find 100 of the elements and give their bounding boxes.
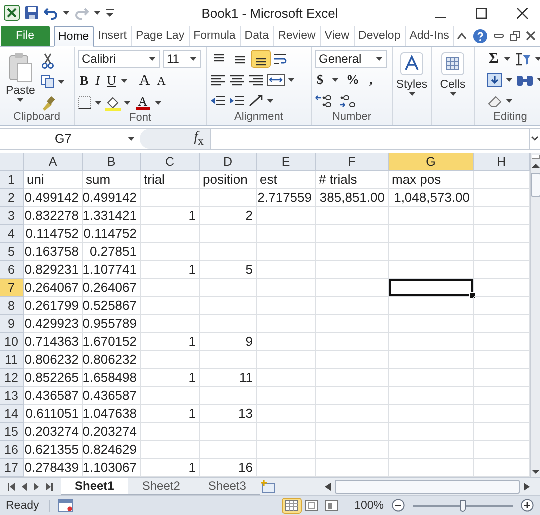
table-cell[interactable] (200, 423, 257, 441)
table-cell[interactable] (257, 369, 316, 387)
caret-icon[interactable] (95, 100, 102, 106)
bold-button[interactable]: B (78, 72, 91, 90)
scroll-left-icon[interactable] (325, 482, 331, 490)
table-cell[interactable]: 9 (200, 333, 257, 351)
table-cell[interactable]: 0.114752 (83, 225, 141, 243)
table-cell[interactable] (316, 315, 389, 333)
table-cell[interactable] (257, 405, 316, 423)
table-cell[interactable] (141, 441, 200, 459)
table-cell[interactable]: 0.264067 (83, 279, 141, 297)
table-cell[interactable]: 1 (141, 261, 200, 279)
row-header[interactable]: 2 (0, 189, 24, 207)
table-cell[interactable] (257, 297, 316, 315)
table-cell[interactable] (141, 315, 200, 333)
excel-logo-icon[interactable] (4, 5, 20, 21)
table-cell[interactable]: 1.047638 (83, 405, 141, 423)
table-cell[interactable] (389, 387, 474, 405)
table-cell[interactable] (389, 315, 474, 333)
table-cell[interactable] (389, 423, 474, 441)
orientation-icon[interactable] (248, 94, 264, 108)
table-cell[interactable]: 0.264067 (24, 279, 83, 297)
page-break-view-button[interactable] (322, 498, 341, 512)
minimize-workbook-icon[interactable] (494, 31, 504, 41)
table-cell[interactable]: max pos (389, 171, 474, 189)
table-cell[interactable] (141, 423, 200, 441)
row-header[interactable]: 4 (0, 225, 24, 243)
table-cell[interactable] (389, 369, 474, 387)
table-cell[interactable]: sum (83, 171, 141, 189)
close-workbook-icon[interactable] (526, 31, 536, 41)
table-cell[interactable]: est (257, 171, 316, 189)
align-right-icon[interactable] (248, 73, 264, 87)
caret-icon[interactable] (332, 78, 338, 82)
paste-button[interactable]: Paste (3, 50, 38, 111)
table-cell[interactable]: 0.829231 (24, 261, 83, 279)
increase-indent-icon[interactable] (229, 94, 245, 108)
table-cell[interactable]: 1 (141, 369, 200, 387)
font-color-button[interactable]: A (134, 94, 152, 112)
table-cell[interactable]: 0.27851 (83, 243, 141, 261)
table-cell[interactable]: 13 (200, 405, 257, 423)
table-cell[interactable] (316, 423, 389, 441)
page-layout-view-button[interactable] (302, 498, 321, 512)
caret-icon[interactable] (17, 98, 24, 103)
table-cell[interactable] (389, 405, 474, 423)
percent-button[interactable]: % (344, 71, 362, 89)
next-sheet-icon[interactable] (34, 482, 39, 490)
insert-function-button[interactable]: f$_{x}$ (194, 130, 204, 148)
column-header[interactable]: E (257, 153, 316, 171)
table-cell[interactable] (257, 315, 316, 333)
table-cell[interactable]: 0.806232 (83, 351, 141, 369)
close-icon[interactable] (517, 8, 528, 18)
table-cell[interactable] (316, 243, 389, 261)
caret-icon[interactable] (149, 56, 156, 62)
row-header[interactable]: 9 (0, 315, 24, 333)
row-header[interactable]: 12 (0, 369, 24, 387)
shrink-font-button[interactable]: A (155, 72, 168, 90)
align-center-icon[interactable] (229, 73, 245, 87)
table-cell[interactable]: 0.806232 (24, 351, 83, 369)
caret-icon[interactable] (288, 78, 295, 82)
row-header[interactable]: 5 (0, 243, 24, 261)
table-cell[interactable] (200, 225, 257, 243)
table-cell[interactable]: 1.107741 (83, 261, 141, 279)
caret-icon[interactable] (155, 100, 162, 106)
table-cell[interactable] (316, 261, 389, 279)
vertical-scrollbar[interactable] (530, 153, 540, 477)
select-all-button[interactable] (0, 153, 24, 171)
first-sheet-icon[interactable] (8, 482, 15, 490)
increase-decimal-icon[interactable] (315, 94, 333, 108)
table-cell[interactable]: 0.852265 (24, 369, 83, 387)
table-cell[interactable] (141, 189, 200, 207)
table-cell[interactable] (141, 351, 200, 369)
table-cell[interactable] (141, 243, 200, 261)
table-cell[interactable]: 385,851.00 (316, 189, 389, 207)
caret-icon[interactable] (63, 10, 70, 16)
table-cell[interactable] (389, 207, 474, 225)
table-cell[interactable] (141, 387, 200, 405)
table-cell[interactable]: 0.436587 (83, 387, 141, 405)
save-icon[interactable] (25, 6, 39, 20)
table-cell[interactable] (257, 387, 316, 405)
caret-icon[interactable] (534, 56, 540, 62)
caret-icon[interactable] (267, 98, 274, 104)
column-header[interactable]: F (316, 153, 389, 171)
table-cell[interactable] (389, 333, 474, 351)
table-cell[interactable]: 1.331421 (83, 207, 141, 225)
scissors-icon[interactable] (41, 53, 56, 69)
table-cell[interactable] (316, 405, 389, 423)
row-header[interactable]: 14 (0, 405, 24, 423)
column-header[interactable]: H (474, 153, 530, 171)
ribbon-tab[interactable]: Add-Ins (406, 26, 454, 46)
table-cell[interactable] (316, 207, 389, 225)
table-cell[interactable]: 2 (200, 207, 257, 225)
table-cell[interactable]: 0.714363 (24, 333, 83, 351)
table-cell[interactable] (257, 423, 316, 441)
collapse-ribbon-icon[interactable] (457, 32, 467, 40)
comma-button[interactable]: , (368, 71, 375, 89)
table-cell[interactable]: 0.621355 (24, 441, 83, 459)
caret-icon[interactable] (504, 56, 511, 62)
caret-icon[interactable] (94, 10, 101, 16)
row-header[interactable]: 11 (0, 351, 24, 369)
table-cell[interactable]: 0.429923 (24, 315, 83, 333)
